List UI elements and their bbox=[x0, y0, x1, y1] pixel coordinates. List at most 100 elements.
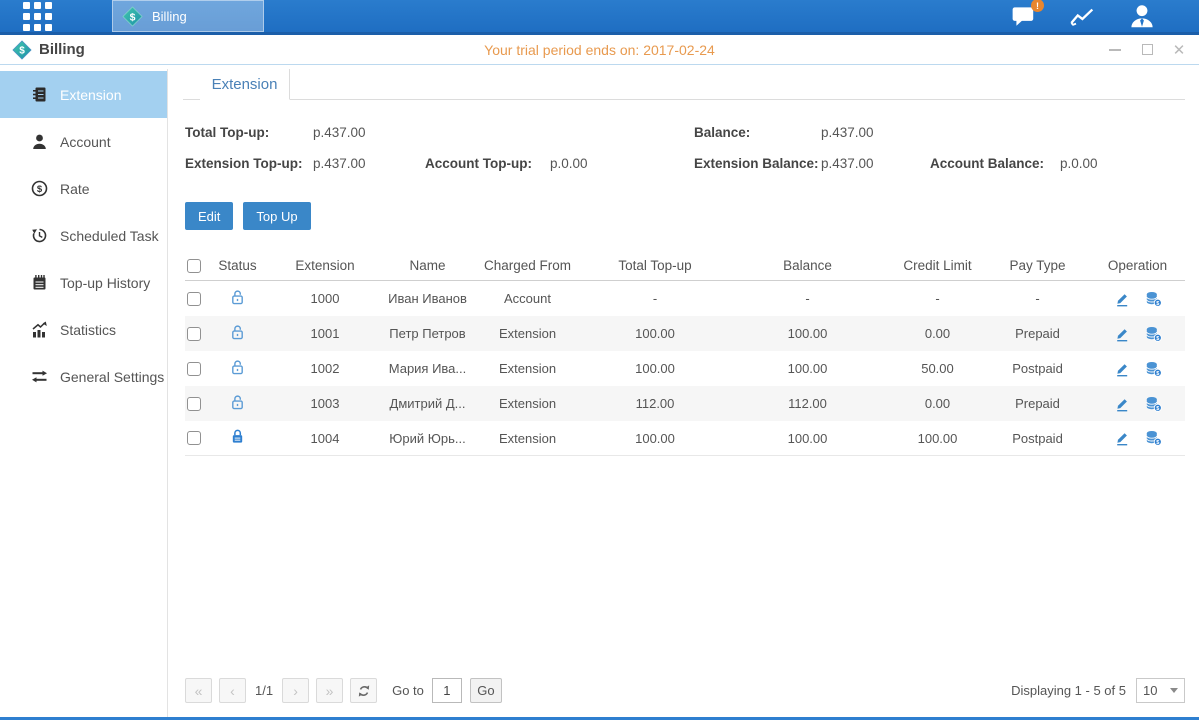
user-account-button[interactable] bbox=[1127, 3, 1157, 29]
status-cell bbox=[210, 428, 265, 448]
account-topup-label: Account Top-up: bbox=[425, 156, 550, 171]
billing-diamond-icon: $ bbox=[122, 6, 143, 27]
edit-row-button[interactable] bbox=[1114, 430, 1130, 446]
edit-row-button[interactable] bbox=[1114, 291, 1130, 307]
top-up-row-button[interactable]: $ bbox=[1145, 326, 1162, 342]
sidebar-item-topup-history[interactable]: Top-up History bbox=[0, 259, 167, 306]
select-all-checkbox[interactable] bbox=[187, 259, 201, 273]
prev-page-button[interactable]: ‹ bbox=[219, 678, 246, 703]
row-checkbox[interactable] bbox=[187, 431, 201, 445]
pencil-icon bbox=[1114, 361, 1130, 377]
balance-cell: 112.00 bbox=[725, 396, 890, 411]
extensions-table: Status Extension Name Charged From Total… bbox=[185, 251, 1185, 456]
coins-icon: $ bbox=[1145, 326, 1162, 342]
window-controls: ✕ bbox=[1107, 42, 1187, 58]
balance-label: Balance: bbox=[694, 125, 821, 140]
app-grid-menu-button[interactable] bbox=[0, 0, 74, 32]
top-up-row-button[interactable]: $ bbox=[1145, 291, 1162, 307]
sidebar-item-statistics[interactable]: Statistics bbox=[0, 306, 167, 353]
sidebar-item-extension[interactable]: Extension bbox=[0, 71, 167, 118]
pencil-icon bbox=[1114, 396, 1130, 412]
reports-button[interactable] bbox=[1068, 3, 1098, 29]
main-content: Extension Total Top-up: p.437.00 Balance… bbox=[168, 69, 1199, 717]
balance-cell: 100.00 bbox=[725, 361, 890, 376]
topbar-tab-label: Billing bbox=[152, 9, 187, 24]
top-up-button[interactable]: Top Up bbox=[243, 202, 310, 230]
minimize-button[interactable] bbox=[1107, 42, 1123, 58]
extension-topup-label: Extension Top-up: bbox=[185, 156, 313, 171]
pay-type-cell: - bbox=[985, 291, 1090, 306]
row-checkbox[interactable] bbox=[187, 362, 201, 376]
extension-cell: 1000 bbox=[265, 291, 385, 306]
refresh-button[interactable] bbox=[350, 678, 377, 703]
balance-cell: 100.00 bbox=[725, 431, 890, 446]
sidebar-item-general-settings[interactable]: General Settings bbox=[0, 353, 167, 400]
status-cell bbox=[210, 359, 265, 379]
sidebar-label: Account bbox=[60, 134, 111, 150]
pagination-bar: « ‹ 1/1 › » Go to Go Displaying bbox=[185, 678, 1185, 703]
table-row: 1004Юрий Юрь...Extension100.00100.00100.… bbox=[185, 421, 1185, 456]
svg-text:$: $ bbox=[1156, 371, 1159, 377]
billing-app-icon: $ bbox=[12, 40, 32, 60]
edit-row-button[interactable] bbox=[1114, 361, 1130, 377]
top-app-bar: $ Billing ! bbox=[0, 0, 1199, 35]
account-topup-value: p.0.00 bbox=[550, 156, 694, 171]
sidebar-label: Extension bbox=[60, 87, 121, 103]
extension-cell: 1001 bbox=[265, 326, 385, 341]
tab-extension[interactable]: Extension bbox=[200, 69, 290, 100]
goto-page-input[interactable] bbox=[432, 678, 462, 703]
go-button[interactable]: Go bbox=[470, 678, 502, 703]
row-checkbox[interactable] bbox=[187, 292, 201, 306]
billing-window: $ Billing ! bbox=[0, 0, 1199, 720]
coins-icon: $ bbox=[1145, 430, 1162, 446]
col-charged-from: Charged From bbox=[470, 258, 585, 273]
col-pay-type: Pay Type bbox=[985, 258, 1090, 273]
pencil-icon bbox=[1114, 291, 1130, 307]
row-checkbox[interactable] bbox=[187, 327, 201, 341]
close-button[interactable]: ✕ bbox=[1171, 42, 1187, 58]
operation-cell: $ bbox=[1090, 396, 1185, 412]
messages-button[interactable]: ! bbox=[1009, 3, 1039, 29]
credit-limit-cell: 50.00 bbox=[890, 361, 985, 376]
transfer-arrows-icon bbox=[31, 368, 48, 385]
pencil-icon bbox=[1114, 326, 1130, 342]
action-buttons: Edit Top Up bbox=[185, 202, 1185, 230]
top-up-row-button[interactable]: $ bbox=[1145, 361, 1162, 377]
sidebar-item-scheduled-task[interactable]: Scheduled Task bbox=[0, 212, 167, 259]
extension-topup-value: p.437.00 bbox=[313, 156, 425, 171]
line-chart-icon bbox=[1069, 4, 1097, 28]
credit-limit-cell: 0.00 bbox=[890, 326, 985, 341]
first-page-button[interactable]: « bbox=[185, 678, 212, 703]
coins-icon: $ bbox=[1145, 396, 1162, 412]
sidebar-label: General Settings bbox=[60, 369, 164, 385]
charged-from-cell: Extension bbox=[470, 361, 585, 376]
name-cell: Юрий Юрь... bbox=[385, 431, 470, 446]
unlocked-icon bbox=[230, 324, 245, 341]
page-size-select[interactable]: 10 bbox=[1136, 678, 1185, 703]
topbar-billing-tab[interactable]: $ Billing bbox=[112, 0, 264, 32]
sidebar-item-rate[interactable]: $ Rate bbox=[0, 165, 167, 212]
table-row: 1003Дмитрий Д...Extension112.00112.000.0… bbox=[185, 386, 1185, 421]
page-indicator: 1/1 bbox=[255, 683, 273, 698]
col-name: Name bbox=[385, 258, 470, 273]
name-cell: Дмитрий Д... bbox=[385, 396, 470, 411]
col-total-topup: Total Top-up bbox=[585, 258, 725, 273]
edit-row-button[interactable] bbox=[1114, 326, 1130, 342]
unlocked-icon bbox=[230, 359, 245, 376]
top-up-row-button[interactable]: $ bbox=[1145, 430, 1162, 446]
sidebar-item-account[interactable]: Account bbox=[0, 118, 167, 165]
top-up-row-button[interactable]: $ bbox=[1145, 396, 1162, 412]
last-page-button[interactable]: » bbox=[316, 678, 343, 703]
row-checkbox[interactable] bbox=[187, 397, 201, 411]
status-cell bbox=[210, 324, 265, 344]
stats-icon bbox=[31, 321, 48, 338]
svg-text:$: $ bbox=[1156, 301, 1159, 307]
coins-icon: $ bbox=[1145, 361, 1162, 377]
maximize-button[interactable] bbox=[1139, 42, 1155, 58]
operation-cell: $ bbox=[1090, 326, 1185, 342]
svg-text:$: $ bbox=[130, 11, 136, 23]
col-operation: Operation bbox=[1090, 258, 1185, 273]
edit-button[interactable]: Edit bbox=[185, 202, 233, 230]
edit-row-button[interactable] bbox=[1114, 396, 1130, 412]
next-page-button[interactable]: › bbox=[282, 678, 309, 703]
